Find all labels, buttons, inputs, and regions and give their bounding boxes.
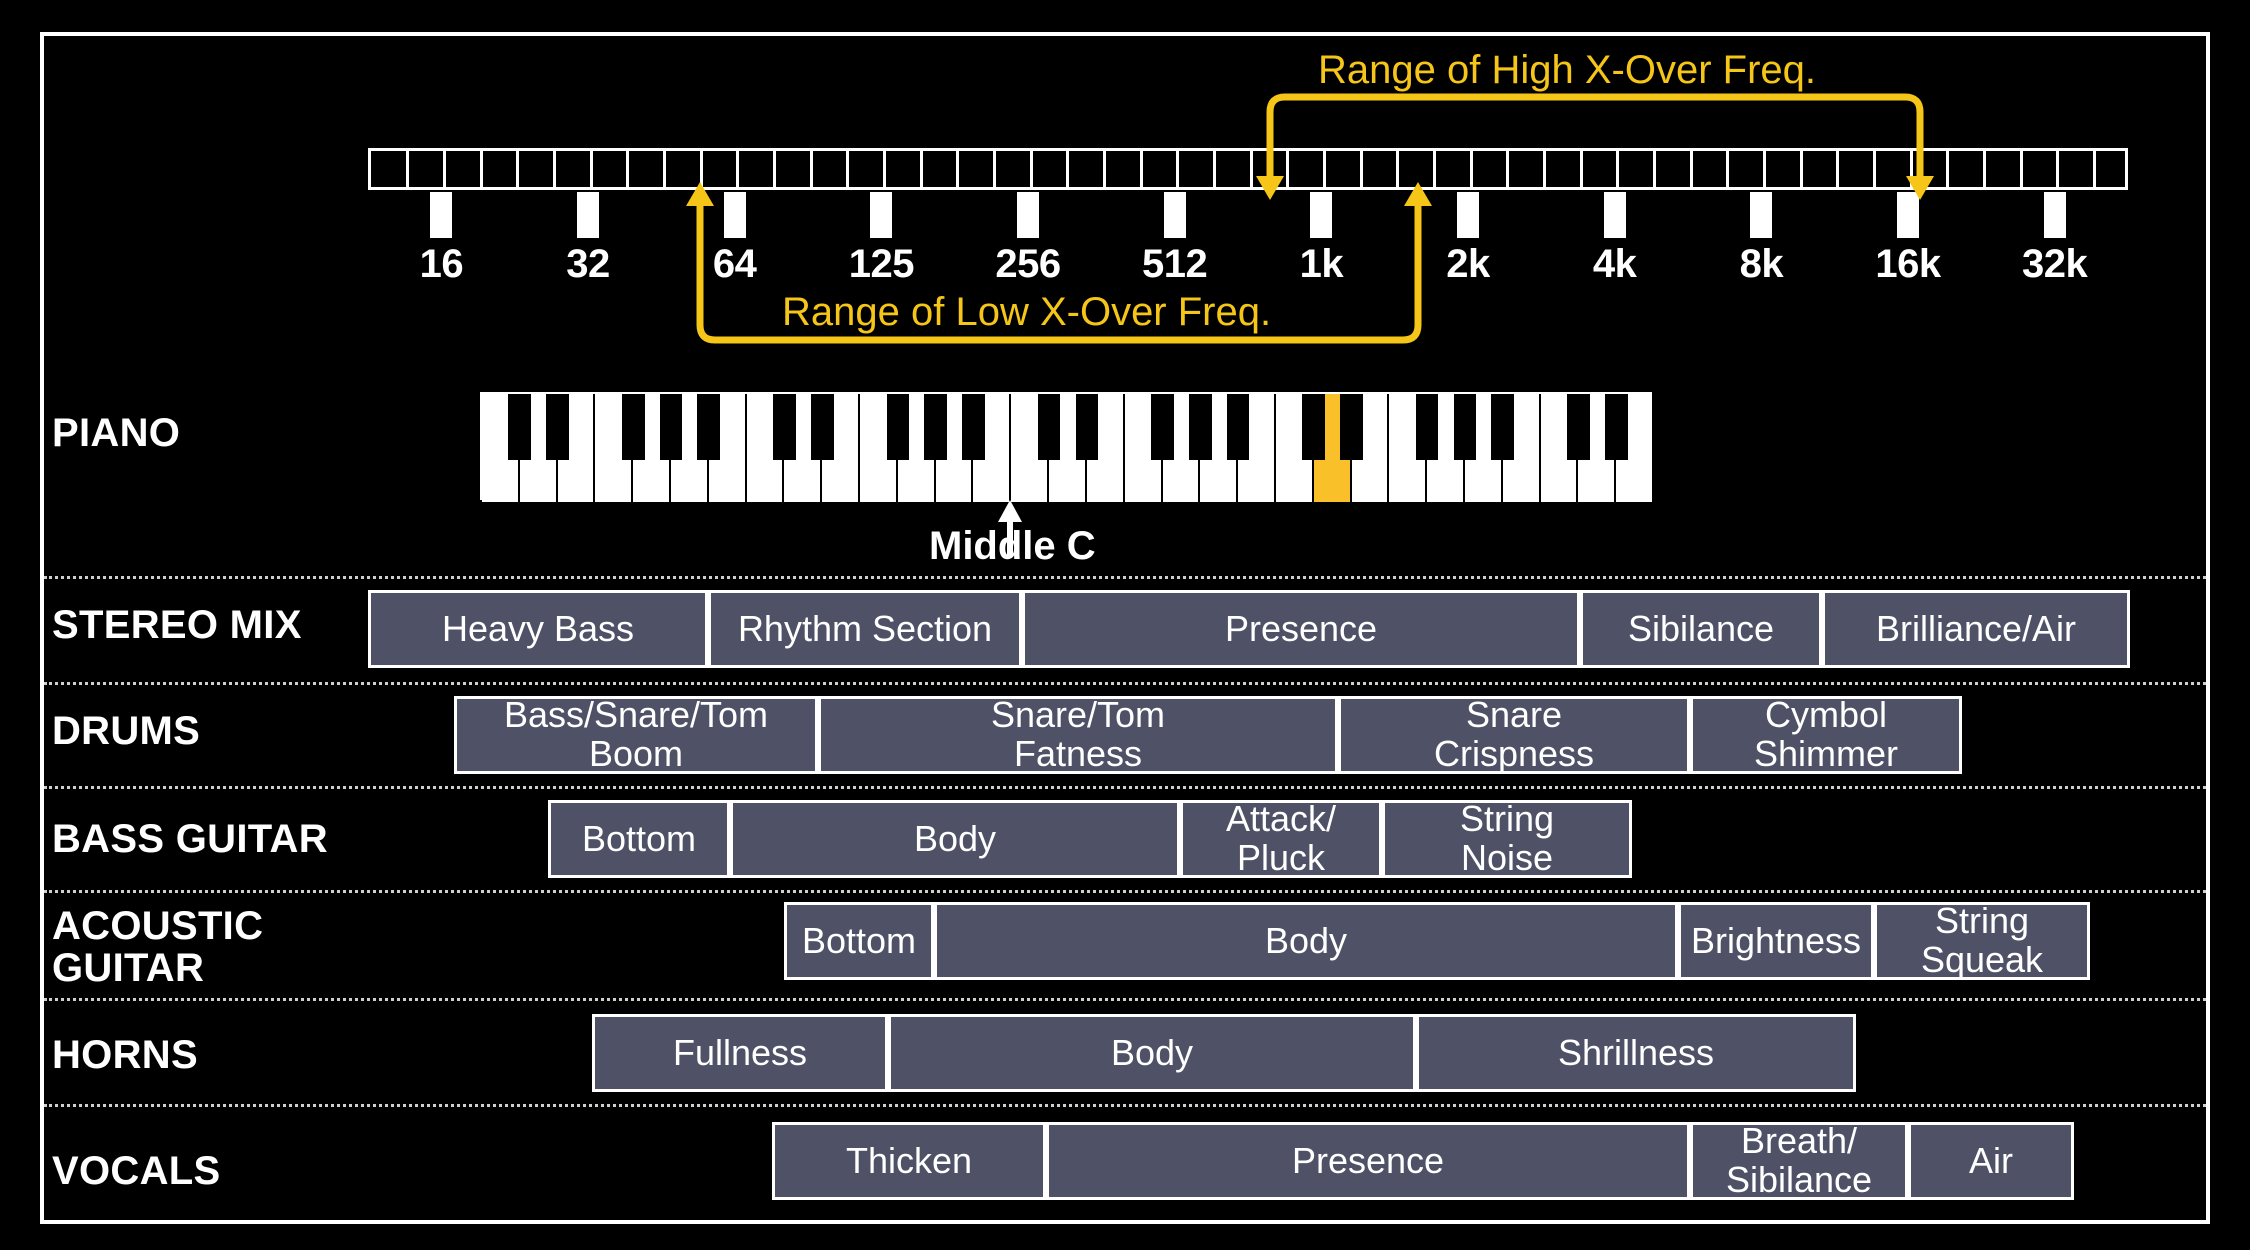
piano-black-key [621, 394, 645, 460]
middle-c-arrow [998, 500, 1022, 556]
piano-black-key [1075, 394, 1099, 460]
piano-black-key [1226, 394, 1250, 460]
piano-black-key [1151, 394, 1174, 460]
piano-black-key [773, 394, 796, 460]
piano-black-key [810, 394, 834, 460]
piano-black-key [1188, 394, 1212, 460]
middle-c-label: Middle C [929, 524, 1096, 568]
piano-black-key [1453, 394, 1477, 460]
piano-black-key [1567, 394, 1590, 460]
piano-black-key [508, 394, 532, 460]
piano-black-key [1302, 394, 1326, 460]
piano-black-key [924, 394, 947, 460]
piano-black-key [1037, 394, 1061, 460]
piano-black-key [697, 394, 721, 460]
frequency-chart-diagram: 16 32 64 125 256 512 1k 2k 4k 8k 16k 32k Range of H… [0, 0, 2250, 1250]
piano-black-key [1415, 394, 1439, 460]
piano-black-key [962, 394, 985, 460]
piano-black-key [1491, 394, 1515, 460]
piano-black-key [659, 394, 683, 460]
piano-black-key [1340, 394, 1363, 460]
piano-black-key [1604, 394, 1628, 460]
piano-black-key [886, 394, 910, 460]
piano-black-key [546, 394, 569, 460]
